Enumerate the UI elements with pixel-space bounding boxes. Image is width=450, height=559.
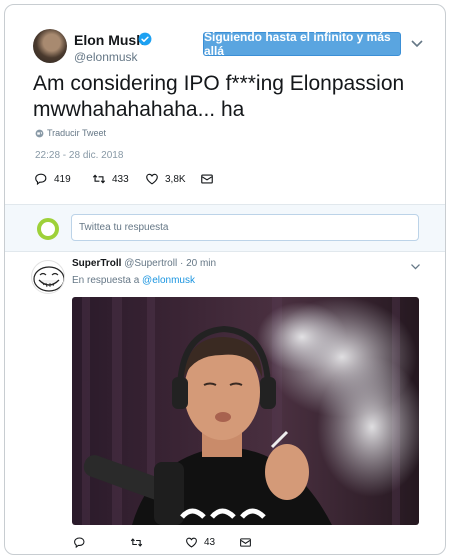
in-reply-prefix: En respuesta a xyxy=(72,275,140,286)
tweet-text-line-2: mwwhahahahaha... ha xyxy=(33,98,245,121)
tweet-text: Am considering IPO f***ing Elonpassion m… xyxy=(33,71,433,123)
chevron-down-icon[interactable] xyxy=(411,39,423,49)
chevron-down-icon[interactable] xyxy=(410,263,421,271)
in-reply-to: En respuesta a @elonmusk xyxy=(72,275,195,286)
reply-reply-action[interactable] xyxy=(73,536,92,549)
translate-link[interactable]: Traducir Tweet xyxy=(35,128,106,138)
verified-badge-icon xyxy=(138,32,152,46)
trollface-icon xyxy=(33,266,64,292)
globe-icon xyxy=(35,129,44,137)
heart-icon xyxy=(146,173,158,185)
like-count: 3,8K xyxy=(165,173,186,185)
reply-like-action[interactable]: 43 xyxy=(185,536,215,549)
reply-author-line: SuperTroll @Supertroll · 20 min xyxy=(72,258,216,269)
reply-input[interactable]: Twittea tu respuesta xyxy=(71,214,419,241)
reply-author-avatar[interactable] xyxy=(31,260,65,294)
reply-icon xyxy=(74,537,85,549)
reply-author-name[interactable]: SuperTroll xyxy=(72,258,121,269)
author-name[interactable]: Elon Musk xyxy=(74,32,144,48)
tweet-text-line-1: Am considering IPO f***ing Elonpassion xyxy=(33,72,405,95)
reply-icon xyxy=(35,173,47,186)
following-button[interactable]: Siguiendo hasta el infinito y más allá xyxy=(203,30,401,58)
tweet-timestamp[interactable]: 22:28 - 28 dic. 2018 xyxy=(35,150,123,161)
translate-label: Traducir Tweet xyxy=(47,128,107,138)
author-handle[interactable]: @elonmusk xyxy=(74,50,138,64)
reply-author-handle[interactable]: @Supertroll xyxy=(124,258,177,269)
current-user-avatar xyxy=(37,218,59,240)
reply-media-image[interactable] xyxy=(72,297,419,525)
dm-action[interactable] xyxy=(200,172,214,186)
author-avatar[interactable] xyxy=(33,29,67,63)
reply-like-count: 43 xyxy=(204,537,216,548)
smoking-photo xyxy=(82,297,419,525)
tweet-card: Elon Musk @elonmusk Siguiendo hasta el i… xyxy=(4,4,446,555)
reply-dm-action[interactable] xyxy=(239,536,252,549)
reply-action[interactable]: 419 xyxy=(34,172,71,186)
in-reply-handle-link[interactable]: @elonmusk xyxy=(142,275,195,286)
like-action[interactable]: 3,8K xyxy=(145,172,186,186)
retweet-count: 433 xyxy=(112,173,129,185)
envelope-icon xyxy=(201,174,213,184)
heart-icon xyxy=(186,537,197,548)
reply-composer: Twittea tu respuesta xyxy=(5,204,445,252)
retweet-action[interactable]: 433 xyxy=(92,172,129,186)
reply-count: 419 xyxy=(54,173,71,185)
retweet-icon xyxy=(92,174,106,184)
reply-time[interactable]: · 20 min xyxy=(180,258,216,269)
retweet-icon xyxy=(130,538,143,547)
reply-retweet-action[interactable] xyxy=(130,536,149,549)
envelope-icon xyxy=(240,538,251,547)
